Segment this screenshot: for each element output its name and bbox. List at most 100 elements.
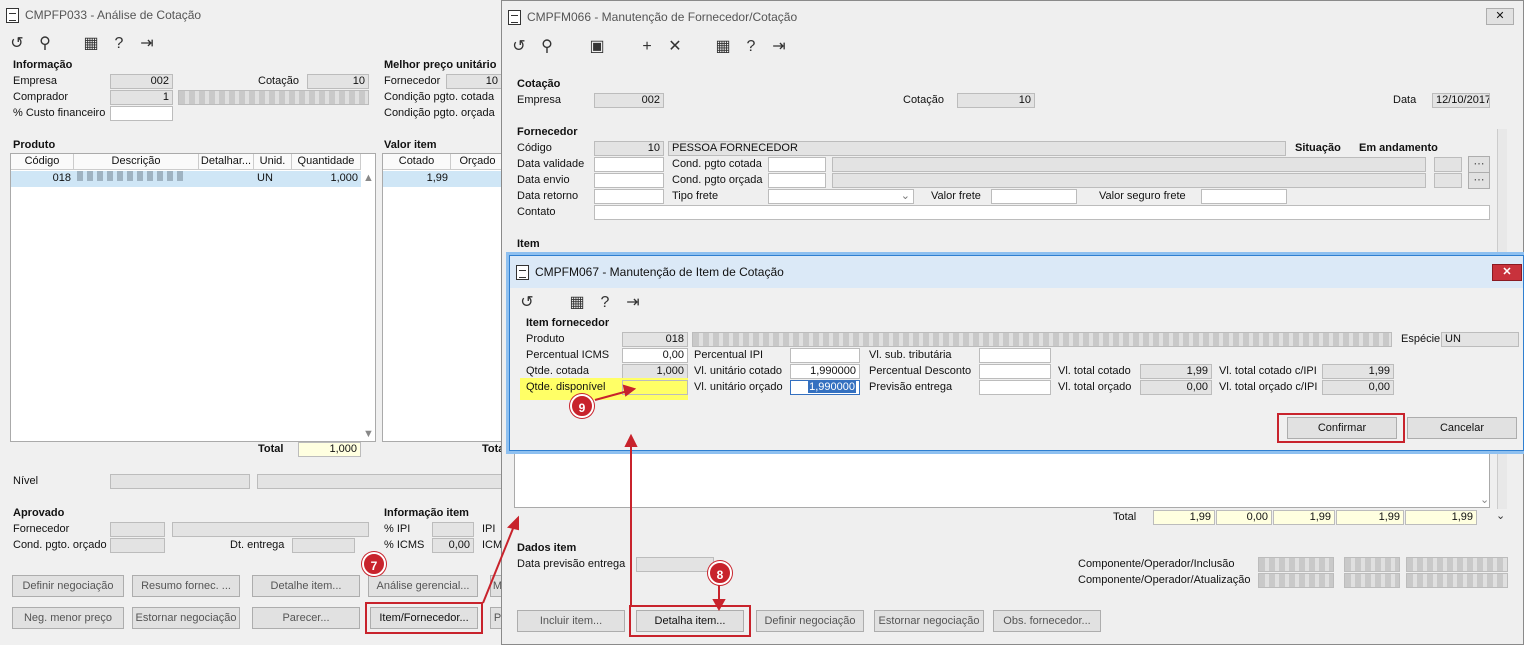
col-cotado[interactable]: Cotado (383, 154, 451, 169)
definir-negociacao-button[interactable]: Definir negociação (12, 575, 124, 597)
cond-orcada-field[interactable] (768, 173, 826, 188)
col-orcado[interactable]: Orçado (451, 154, 505, 169)
qtde-cotada-field: 1,000 (622, 364, 688, 379)
col-descricao[interactable]: Descrição (74, 154, 199, 169)
contato-field[interactable] (594, 205, 1490, 220)
ipi-field (432, 522, 474, 537)
estornar-negociacao-button[interactable]: Estornar negociação (132, 607, 240, 629)
cell-quantidade: 1,000 (330, 172, 358, 184)
add-icon[interactable]: + (638, 38, 656, 56)
obs-fornecedor-button[interactable]: Obs. fornecedor... (993, 610, 1101, 632)
scroll-down-icon[interactable]: ▼ (363, 428, 374, 440)
exit-icon[interactable]: ⇥ (624, 294, 642, 312)
detalhe-item-button[interactable]: Detalhe item... (252, 575, 360, 597)
search-icon[interactable]: ⚲ (538, 38, 556, 56)
fornecedor-field[interactable]: 10 (446, 74, 502, 89)
valor-seguro-field[interactable] (1201, 189, 1287, 204)
help-icon[interactable]: ? (596, 294, 614, 312)
cancelar-button[interactable]: Cancelar (1407, 417, 1517, 439)
zoom-cotada-icon[interactable]: ⋯ (1468, 156, 1490, 173)
neg-menor-preco-button[interactable]: Neg. menor preço (12, 607, 124, 629)
document-icon (508, 9, 521, 25)
valor-section-title: Valor item (384, 139, 437, 151)
comprador-field[interactable]: 1 (110, 90, 173, 105)
delete-icon[interactable]: ✕ (666, 38, 684, 56)
perc-icms-label: Percentual ICMS (526, 349, 610, 361)
codigo-field[interactable]: 10 (594, 141, 664, 156)
vl-sub-field[interactable] (979, 348, 1051, 363)
cotacao-field[interactable]: 10 (307, 74, 369, 89)
close-icon[interactable]: ✕ (1492, 264, 1522, 281)
icms-field: 0,00 (432, 538, 474, 553)
data-validade-label: Data validade (517, 158, 585, 170)
calendar-icon[interactable]: ▦ (714, 38, 732, 56)
window-title: CMPFP033 - Análise de Cotação (25, 8, 202, 22)
fornecedor-name-field: PESSOA FORNECEDOR (668, 141, 1286, 156)
scroll-up-icon[interactable]: ▲ (363, 172, 374, 184)
close-icon[interactable]: ✕ (1486, 8, 1514, 25)
table-row[interactable]: 018 UN 1,000 (11, 171, 361, 187)
perc-ipi-field[interactable] (790, 348, 860, 363)
perc-desc-field[interactable] (979, 364, 1051, 379)
col-unid[interactable]: Unid. (254, 154, 292, 169)
col-codigo[interactable]: Código (11, 154, 74, 169)
perc-icms-field[interactable]: 0,00 (622, 348, 688, 363)
valor-frete-field[interactable] (991, 189, 1077, 204)
vl-total-cotado-ipi-field: 1,99 (1322, 364, 1394, 379)
table-row[interactable]: 1,99 (383, 171, 505, 187)
cotacao-field[interactable]: 10 (957, 93, 1035, 108)
empresa-field[interactable]: 002 (594, 93, 664, 108)
search-icon[interactable]: ⚲ (36, 35, 54, 53)
calendar-icon[interactable]: ▦ (568, 294, 586, 312)
expand-icon[interactable]: ⌄ (1496, 509, 1505, 522)
data-retorno-field[interactable] (594, 189, 664, 204)
custo-field[interactable] (110, 106, 173, 121)
highlight-detalha-item (629, 605, 751, 637)
estornar-negociacao-button[interactable]: Estornar negociação (874, 610, 984, 632)
incluir-item-button[interactable]: Incluir item... (517, 610, 625, 632)
help-icon[interactable]: ? (742, 38, 760, 56)
exit-icon[interactable]: ⇥ (138, 35, 156, 53)
previsao-field[interactable] (979, 380, 1051, 395)
resumo-fornec-button[interactable]: Resumo fornec. ... (132, 575, 240, 597)
comp-inc-field-3 (1406, 557, 1508, 572)
data-validade-field[interactable] (594, 157, 664, 172)
analise-gerencial-button[interactable]: Análise gerencial... (368, 575, 478, 597)
scroll-down-icon[interactable]: ⌄ (1480, 493, 1489, 506)
comprador-name-field (178, 90, 369, 105)
refresh-icon[interactable]: ↺ (8, 35, 26, 53)
data-field[interactable]: 12/10/2017 (1432, 93, 1490, 108)
data-envio-field[interactable] (594, 173, 664, 188)
help-icon[interactable]: ? (110, 35, 128, 53)
vl-total-cotado-label: Vl. total cotado (1058, 365, 1131, 377)
comp-inc-field-2 (1344, 557, 1400, 572)
calendar-icon[interactable]: ▦ (82, 35, 100, 53)
definir-negociacao-button[interactable]: Definir negociação (756, 610, 864, 632)
cotacao-label: Cotação (258, 75, 299, 87)
vl-sub-label: Vl. sub. tributária (869, 349, 952, 361)
fornecedor-section-title: Fornecedor (517, 126, 578, 138)
qtde-disp-field[interactable] (622, 380, 688, 395)
col-detalhar[interactable]: Detalhar... (199, 154, 254, 169)
tipo-frete-select[interactable]: ⌄ (768, 189, 914, 204)
vl-unit-cotado-field[interactable]: 1,990000 (790, 364, 860, 379)
refresh-icon[interactable]: ↺ (510, 38, 528, 56)
empresa-field[interactable]: 002 (110, 74, 173, 89)
window-title: CMPFM067 - Manutenção de Item de Cotação (535, 265, 784, 279)
col-quantidade[interactable]: Quantidade (292, 154, 361, 169)
cond-cotada-field[interactable] (768, 157, 826, 172)
save-icon[interactable]: ▣ (588, 38, 606, 56)
refresh-icon[interactable]: ↺ (518, 294, 536, 312)
nivel-label: Nível (13, 475, 39, 487)
produto-field[interactable]: 018 (622, 332, 688, 347)
comp-atu-label: Componente/Operador/Atualização (1078, 574, 1251, 586)
situacao-label: Situação (1295, 142, 1341, 154)
parecer-button[interactable]: Parecer... (252, 607, 360, 629)
exit-icon[interactable]: ⇥ (770, 38, 788, 56)
valor-seguro-label: Valor seguro frete (1099, 190, 1186, 202)
aprovado-section-title: Aprovado (13, 507, 65, 519)
produto-section-title: Produto (13, 139, 56, 151)
zoom-orcada-icon[interactable]: ⋯ (1468, 172, 1490, 189)
vl-unit-orcado-field[interactable]: 1,990000 (790, 380, 860, 395)
toolbar: ↺ ▦ ? ⇥ (510, 291, 642, 315)
